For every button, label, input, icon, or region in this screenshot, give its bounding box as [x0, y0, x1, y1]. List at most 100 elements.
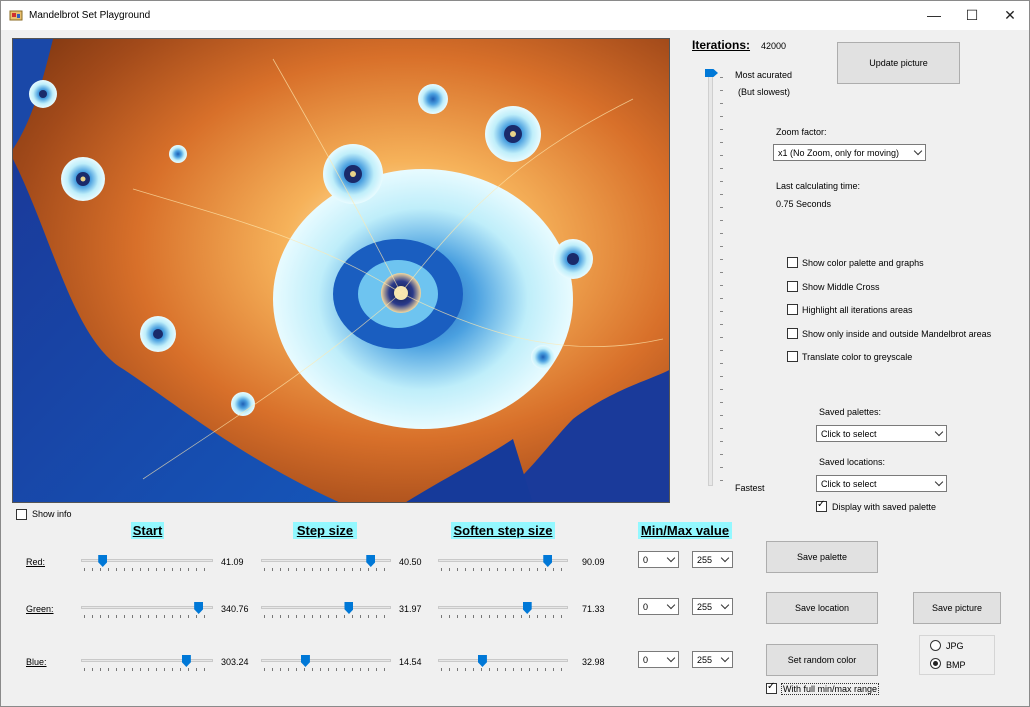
red-step-slider-ticks [264, 568, 388, 571]
red-soften-value: 90.09 [582, 557, 605, 567]
fastest-label: Fastest [735, 483, 765, 493]
green-step-slider-track[interactable] [261, 606, 391, 609]
app-icon [9, 10, 23, 21]
blue-start-slider-ticks [84, 668, 210, 671]
red-start-value: 41.09 [221, 557, 244, 567]
blue-max-select[interactable]: 255 [692, 651, 733, 668]
saved-palettes-select[interactable]: Click to select [816, 425, 947, 442]
blue-start-slider-thumb[interactable] [181, 655, 191, 667]
set-random-color-button[interactable]: Set random color [766, 644, 878, 676]
red-max-value: 255 [697, 555, 713, 565]
blue-step-slider-track[interactable] [261, 659, 391, 662]
red-min-select[interactable]: 0 [638, 551, 679, 568]
blue-soften-value: 32.98 [582, 657, 605, 667]
red-soften-slider-thumb[interactable] [543, 555, 553, 567]
title-bar: Mandelbrot Set Playground — ☐ ✕ [1, 1, 1029, 30]
chevron-down-icon [666, 553, 676, 563]
show-info-label: Show info [32, 509, 72, 519]
green-max-value: 255 [697, 602, 713, 612]
chevron-down-icon [666, 653, 676, 663]
minimize-icon[interactable]: — [915, 1, 953, 30]
saved-locations-label: Saved locations: [819, 457, 886, 467]
green-max-select[interactable]: 255 [692, 598, 733, 615]
option-highlight-checkbox[interactable] [787, 304, 798, 315]
chevron-down-icon [666, 600, 676, 610]
close-icon[interactable]: ✕ [991, 1, 1029, 30]
header-min-max: Min/Max value [638, 522, 732, 539]
green-start-slider-thumb[interactable] [194, 602, 204, 614]
main-window: Mandelbrot Set Playground — ☐ ✕ Show inf… [0, 0, 1030, 707]
jpg-radio[interactable] [930, 640, 941, 651]
header-step-size: Step size [293, 522, 357, 539]
red-max-select[interactable]: 255 [692, 551, 733, 568]
red-step-slider-thumb[interactable] [366, 555, 376, 567]
red-soften-slider-ticks [441, 568, 565, 571]
option-inside-outside-label: Show only inside and outside Mandelbrot … [802, 329, 992, 339]
blue-step-value: 14.54 [399, 657, 422, 667]
option-greyscale-checkbox[interactable] [787, 351, 798, 362]
save-picture-button[interactable]: Save picture [913, 592, 1001, 624]
display-saved-palette-checkbox[interactable] [816, 499, 827, 512]
green-start-slider-track[interactable] [81, 606, 213, 609]
red-start-slider-thumb[interactable] [98, 555, 108, 567]
full-range-label: With full min/max range [781, 683, 880, 695]
most-accurate-label: Most acurated [735, 70, 793, 80]
iterations-slider-ticks [720, 77, 723, 487]
saved-locations-value: Click to select [821, 479, 877, 489]
red-step-value: 40.50 [399, 557, 422, 567]
red-start-slider-ticks [84, 568, 210, 571]
green-soften-slider-track[interactable] [438, 606, 568, 609]
blue-soften-slider-ticks [441, 668, 565, 671]
saved-locations-select[interactable]: Click to select [816, 475, 947, 492]
blue-soften-slider-track[interactable] [438, 659, 568, 662]
iterations-value: 42000 [761, 41, 787, 51]
maximize-icon[interactable]: ☐ [953, 1, 991, 30]
chevron-down-icon [934, 427, 944, 437]
save-location-button[interactable]: Save location [766, 592, 878, 624]
calc-time-label: Last calculating time: [776, 181, 861, 191]
bmp-radio[interactable] [930, 658, 941, 669]
blue-min-value: 0 [643, 655, 649, 665]
chevron-down-icon [720, 653, 730, 663]
green-start-value: 340.76 [221, 604, 249, 614]
chevron-down-icon [913, 146, 923, 156]
iterations-slider-thumb[interactable] [705, 69, 718, 77]
green-soften-slider-ticks [441, 615, 565, 618]
chevron-down-icon [720, 600, 730, 610]
blue-start-value: 303.24 [221, 657, 249, 667]
chevron-down-icon [934, 477, 944, 487]
update-picture-button[interactable]: Update picture [837, 42, 960, 84]
option-color-palette-label: Show color palette and graphs [802, 258, 924, 268]
green-start-slider-ticks [84, 615, 210, 618]
green-step-slider-ticks [264, 615, 388, 618]
option-middle-cross-label: Show Middle Cross [802, 282, 880, 292]
option-inside-outside-checkbox[interactable] [787, 328, 798, 339]
iterations-slider-track[interactable] [708, 71, 713, 486]
calc-time-value: 0.75 Seconds [776, 199, 832, 209]
show-info-checkbox[interactable] [16, 509, 27, 520]
option-greyscale-label: Translate color to greyscale [802, 352, 913, 362]
slowest-label: (But slowest) [738, 87, 791, 97]
zoom-factor-select[interactable]: x1 (No Zoom, only for moving) [773, 144, 926, 161]
blue-soften-slider-thumb[interactable] [477, 655, 487, 667]
option-color-palette-checkbox[interactable] [787, 257, 798, 268]
blue-start-slider-track[interactable] [81, 659, 213, 662]
green-step-value: 31.97 [399, 604, 422, 614]
option-middle-cross-checkbox[interactable] [787, 281, 798, 292]
channel-label-green: Green: [26, 604, 54, 614]
jpg-label: JPG [946, 641, 964, 651]
bmp-label: BMP [946, 660, 966, 670]
header-soften-step-size: Soften step size [451, 522, 555, 539]
green-step-slider-thumb[interactable] [344, 602, 354, 614]
mandelbrot-picture[interactable] [12, 38, 670, 503]
fractal-image[interactable] [13, 39, 670, 503]
blue-step-slider-thumb[interactable] [300, 655, 310, 667]
blue-min-select[interactable]: 0 [638, 651, 679, 668]
zoom-factor-value: x1 (No Zoom, only for moving) [778, 148, 900, 158]
green-min-select[interactable]: 0 [638, 598, 679, 615]
iterations-label: Iterations: [692, 38, 751, 52]
full-range-checkbox[interactable] [766, 681, 777, 694]
channel-label-red: Red: [26, 557, 46, 567]
green-soften-slider-thumb[interactable] [522, 602, 532, 614]
save-palette-button[interactable]: Save palette [766, 541, 878, 573]
